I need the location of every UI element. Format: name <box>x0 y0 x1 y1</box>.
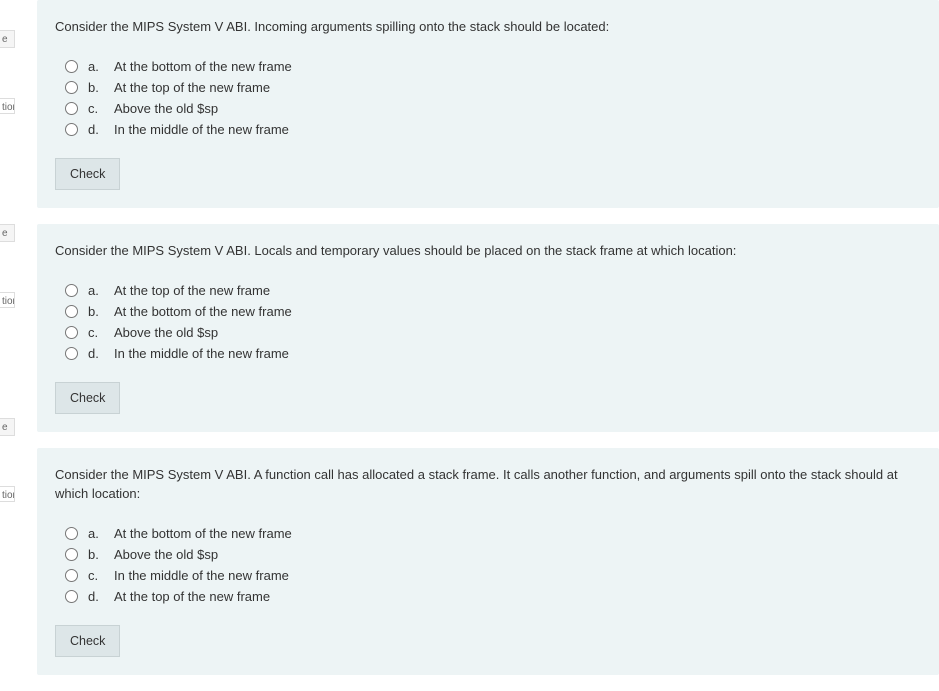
question-prompt: Consider the MIPS System V ABI. Incoming… <box>55 18 921 36</box>
options-list: a. At the bottom of the new frame b. At … <box>65 56 921 140</box>
question-block: Consider the MIPS System V ABI. A functi… <box>37 448 939 674</box>
option-letter: d. <box>88 589 104 604</box>
radio-icon[interactable] <box>65 284 78 297</box>
radio-icon[interactable] <box>65 590 78 603</box>
option-text: In the middle of the new frame <box>114 346 289 361</box>
radio-icon[interactable] <box>65 123 78 136</box>
option-text: Above the old $sp <box>114 101 218 116</box>
option-text: At the top of the new frame <box>114 283 270 298</box>
option-letter: b. <box>88 80 104 95</box>
option-row[interactable]: a. At the bottom of the new frame <box>65 56 921 77</box>
option-row[interactable]: c. Above the old $sp <box>65 98 921 119</box>
sidebar-tab-question[interactable]: e <box>0 224 15 242</box>
radio-icon[interactable] <box>65 102 78 115</box>
option-letter: c. <box>88 568 104 583</box>
option-row[interactable]: b. At the bottom of the new frame <box>65 301 921 322</box>
options-list: a. At the top of the new frame b. At the… <box>65 280 921 364</box>
radio-icon[interactable] <box>65 326 78 339</box>
radio-icon[interactable] <box>65 81 78 94</box>
option-letter: c. <box>88 325 104 340</box>
question-block: Consider the MIPS System V ABI. Locals a… <box>37 224 939 432</box>
option-text: Above the old $sp <box>114 547 218 562</box>
question-block: Consider the MIPS System V ABI. Incoming… <box>37 0 939 208</box>
question-prompt: Consider the MIPS System V ABI. A functi… <box>55 466 921 502</box>
option-row[interactable]: a. At the top of the new frame <box>65 280 921 301</box>
options-list: a. At the bottom of the new frame b. Abo… <box>65 523 921 607</box>
sidebar: e tion e tion e tion <box>0 0 15 691</box>
option-text: At the bottom of the new frame <box>114 304 292 319</box>
option-letter: c. <box>88 101 104 116</box>
option-row[interactable]: c. In the middle of the new frame <box>65 565 921 586</box>
option-row[interactable]: d. In the middle of the new frame <box>65 343 921 364</box>
sidebar-tab-question[interactable]: e <box>0 418 15 436</box>
option-text: In the middle of the new frame <box>114 122 289 137</box>
option-letter: b. <box>88 304 104 319</box>
option-row[interactable]: c. Above the old $sp <box>65 322 921 343</box>
option-letter: a. <box>88 283 104 298</box>
check-button[interactable]: Check <box>55 158 120 190</box>
option-letter: d. <box>88 122 104 137</box>
option-row[interactable]: a. At the bottom of the new frame <box>65 523 921 544</box>
check-button[interactable]: Check <box>55 625 120 657</box>
radio-icon[interactable] <box>65 527 78 540</box>
option-letter: a. <box>88 59 104 74</box>
option-text: In the middle of the new frame <box>114 568 289 583</box>
radio-icon[interactable] <box>65 347 78 360</box>
option-letter: b. <box>88 547 104 562</box>
sidebar-tab-flag[interactable]: tion <box>0 292 15 308</box>
option-letter: d. <box>88 346 104 361</box>
option-text: At the bottom of the new frame <box>114 59 292 74</box>
option-text: Above the old $sp <box>114 325 218 340</box>
option-text: At the top of the new frame <box>114 589 270 604</box>
check-button[interactable]: Check <box>55 382 120 414</box>
option-letter: a. <box>88 526 104 541</box>
option-row[interactable]: d. In the middle of the new frame <box>65 119 921 140</box>
option-text: At the bottom of the new frame <box>114 526 292 541</box>
question-prompt: Consider the MIPS System V ABI. Locals a… <box>55 242 921 260</box>
sidebar-tab-flag[interactable]: tion <box>0 98 15 114</box>
option-row[interactable]: b. Above the old $sp <box>65 544 921 565</box>
radio-icon[interactable] <box>65 305 78 318</box>
sidebar-tab-flag[interactable]: tion <box>0 486 15 502</box>
main-content: Consider the MIPS System V ABI. Incoming… <box>15 0 939 691</box>
option-row[interactable]: b. At the top of the new frame <box>65 77 921 98</box>
option-text: At the top of the new frame <box>114 80 270 95</box>
radio-icon[interactable] <box>65 569 78 582</box>
radio-icon[interactable] <box>65 60 78 73</box>
sidebar-tab-question[interactable]: e <box>0 30 15 48</box>
radio-icon[interactable] <box>65 548 78 561</box>
